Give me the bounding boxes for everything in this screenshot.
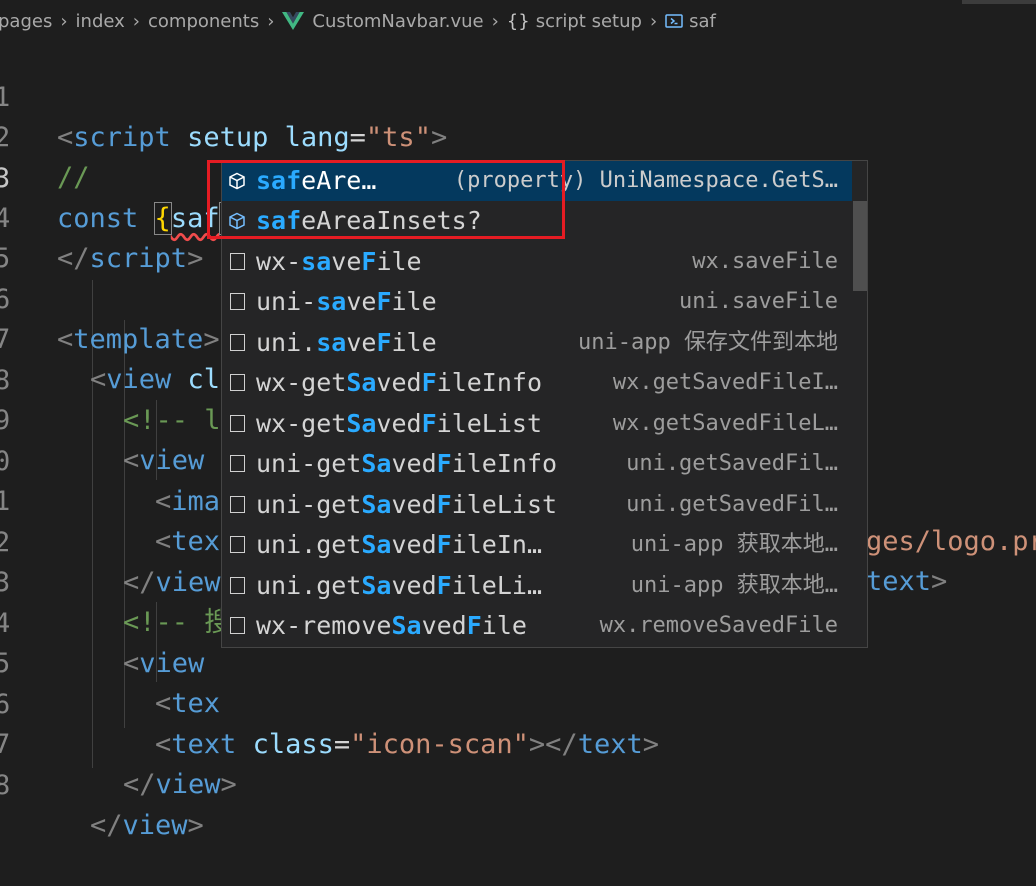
suggestion-detail: wx.saveFile — [692, 249, 838, 274]
suggestion-detail: uni-app 获取本地… — [630, 573, 838, 598]
breadcrumb-item-file[interactable]: CustomNavbar.vue — [282, 10, 484, 32]
breadcrumb: pages › index › components › CustomNavba… — [0, 0, 1036, 42]
code-line: 6 <text class="icon-scan"></text> — [0, 645, 1036, 760]
breadcrumb-label: saf — [689, 10, 716, 32]
suggestion-detail: uni-app 获取本地… — [630, 532, 838, 557]
suggestion-item[interactable]: uni.saveFile uni-app 保存文件到本地 — [222, 323, 852, 363]
chevron-right-icon: › — [649, 10, 658, 32]
snippet-icon — [230, 415, 245, 432]
suggestion-label: uni-getSavedFileList — [256, 490, 558, 519]
snippet-icon — [230, 374, 245, 391]
snippet-icon — [230, 496, 245, 513]
suggestion-detail: uni-app 保存文件到本地 — [578, 330, 838, 355]
snippet-icon — [230, 334, 245, 351]
snippet-icon — [230, 455, 245, 472]
suggestion-detail: wx.removeSavedFile — [599, 613, 838, 638]
code-line: 7 </view> — [0, 685, 1036, 800]
breadcrumb-label: script setup — [535, 10, 642, 32]
breadcrumb-label: components — [148, 10, 260, 32]
breadcrumb-item-components[interactable]: components — [148, 11, 259, 32]
chevron-right-icon: › — [132, 10, 140, 32]
breadcrumb-label: CustomNavbar.vue — [312, 10, 484, 32]
code-line: 2 // — [0, 78, 1036, 193]
suggestion-item[interactable]: safeAre… (property) UniNamespace.GetS… — [222, 161, 852, 201]
code-line: 1 <script setup lang="ts"> — [0, 38, 1036, 153]
suggestion-item[interactable]: wx-saveFile wx.saveFile — [222, 242, 852, 282]
suggestion-widget: safeAre… (property) UniNamespace.GetS… s… — [221, 160, 868, 648]
chevron-right-icon: › — [267, 10, 275, 32]
suggestion-label: uni.getSavedFileLi… — [256, 571, 542, 600]
suggestion-label: uni-saveFile — [256, 287, 437, 316]
breadcrumb-label: pages — [0, 10, 53, 32]
code-line: 8 </view> — [0, 726, 1036, 841]
breadcrumb-item-symbol[interactable]: saf — [665, 11, 716, 32]
property-icon — [229, 212, 245, 230]
suggestion-detail: uni.getSavedFil… — [626, 492, 838, 517]
breadcrumb-item-index[interactable]: index — [76, 11, 125, 32]
suggestion-label: safeAreaInsets? — [256, 206, 482, 235]
suggestion-label: wx-saveFile — [256, 247, 422, 276]
suggestion-item[interactable]: uni-getSavedFileList uni.getSavedFil… — [222, 485, 852, 525]
suggestion-label: safeAre… — [256, 166, 377, 195]
breadcrumb-label: index — [75, 10, 125, 32]
suggestion-item[interactable]: wx-removeSavedFile wx.removeSavedFile — [222, 606, 852, 646]
code-line-active: 3 const {saf} = uni.getSystemInfoSync() — [0, 119, 1036, 235]
suggestion-item[interactable]: uni.getSavedFileIn… uni-app 获取本地… — [222, 525, 852, 565]
line-number: 8 — [0, 770, 11, 801]
snippet-icon — [230, 617, 245, 634]
snippet-icon — [230, 253, 245, 270]
braces-icon: {} — [506, 10, 530, 32]
snippet-icon — [230, 293, 245, 310]
suggestion-detail: wx.getSavedFileI… — [612, 370, 838, 395]
suggestion-item[interactable]: uni-getSavedFileInfo uni.getSavedFil… — [222, 444, 852, 484]
suggestion-label: wx-removeSavedFile — [256, 611, 527, 640]
chevron-right-icon: › — [491, 10, 499, 32]
snippet-icon — [230, 536, 245, 553]
suggestion-label: uni.saveFile — [256, 328, 437, 357]
variable-icon — [665, 14, 683, 28]
suggestion-label: wx-getSavedFileList — [256, 409, 542, 438]
snippet-icon — [230, 577, 245, 594]
breadcrumb-item-pages[interactable]: pages — [0, 11, 52, 32]
suggestion-label: wx-getSavedFileInfo — [256, 368, 542, 397]
vue-icon — [282, 12, 305, 30]
suggestion-item[interactable]: uni-saveFile uni.saveFile — [222, 282, 852, 322]
suggestion-item[interactable]: safeAreaInsets? — [222, 201, 852, 241]
property-icon — [229, 172, 245, 190]
chevron-right-icon: › — [60, 10, 68, 32]
suggestion-scrollbar[interactable] — [853, 201, 867, 291]
suggestion-detail: wx.getSavedFileL… — [612, 411, 838, 436]
suggestion-item[interactable]: wx-getSavedFileInfo wx.getSavedFileI… — [222, 363, 852, 403]
suggestion-detail: uni.getSavedFil… — [626, 451, 838, 476]
breadcrumb-item-script-setup[interactable]: {} script setup — [507, 11, 642, 32]
suggestion-detail: (property) UniNamespace.GetS… — [453, 168, 838, 193]
suggestion-label: uni.getSavedFileIn… — [256, 530, 542, 559]
suggestion-item[interactable]: wx-getSavedFileList wx.getSavedFileL… — [222, 404, 852, 444]
suggestion-label: uni-getSavedFileInfo — [256, 449, 558, 478]
suggestion-item[interactable]: uni.getSavedFileLi… uni-app 获取本地… — [222, 566, 852, 606]
suggestion-detail: uni.saveFile — [679, 289, 838, 314]
